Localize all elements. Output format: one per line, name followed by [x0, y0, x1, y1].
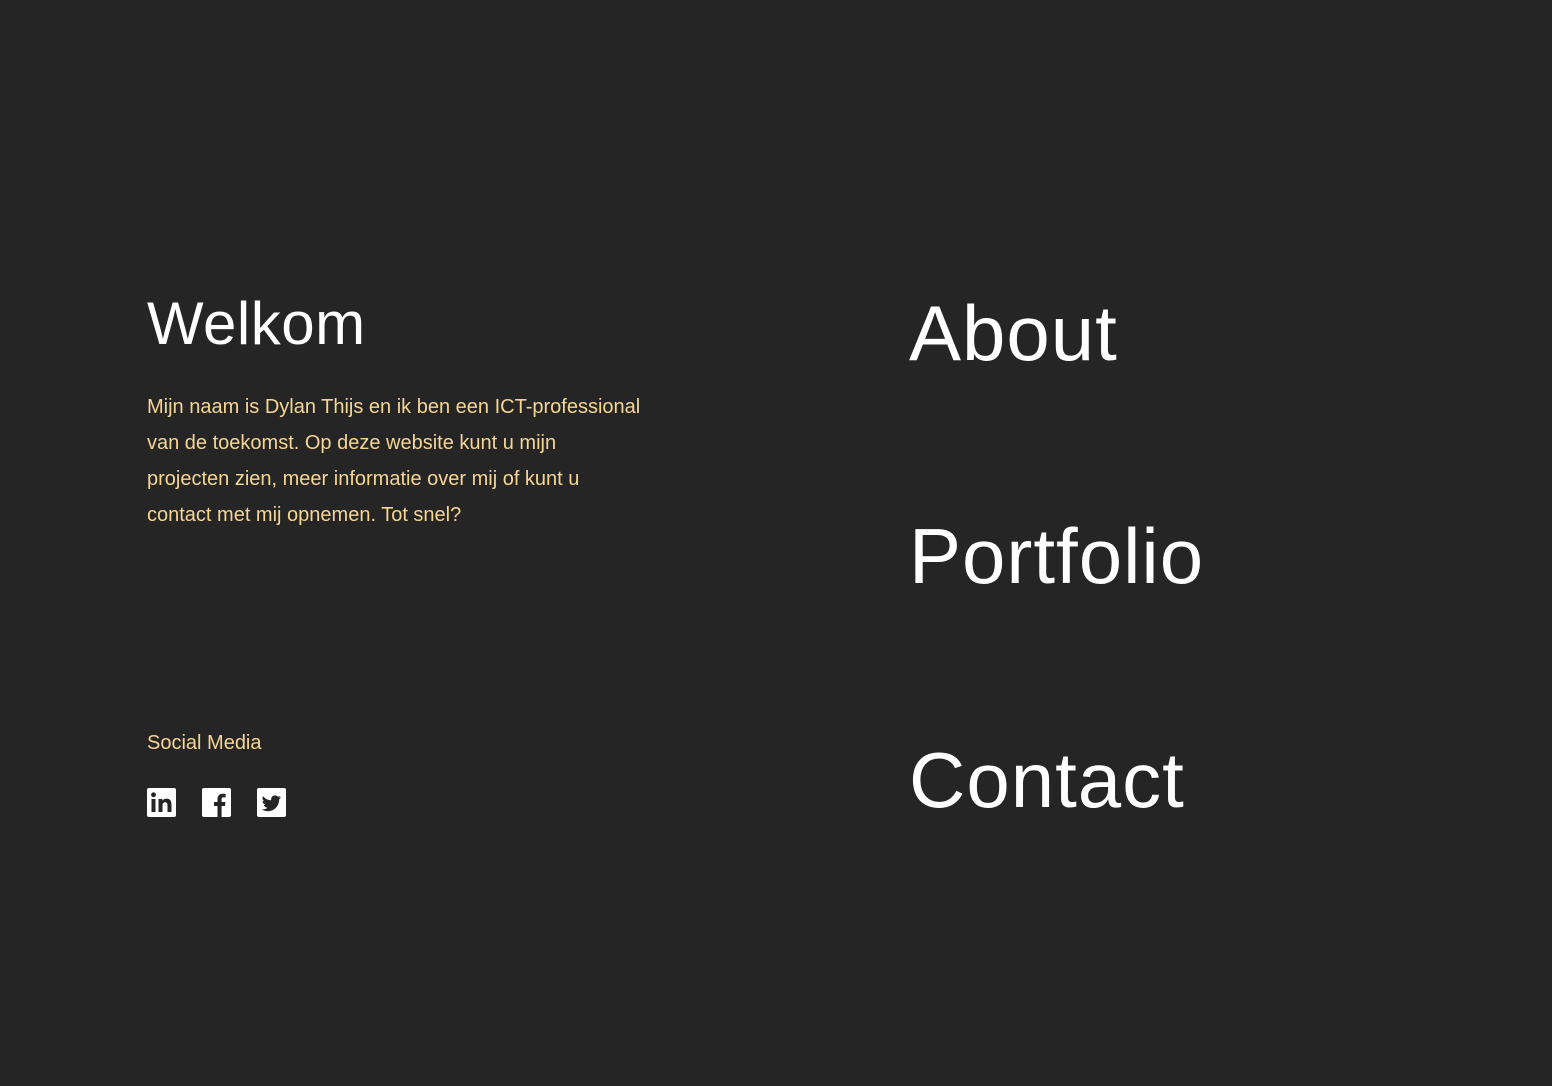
- welcome-title: Welkom: [147, 290, 366, 357]
- nav-link-about[interactable]: About: [909, 287, 1118, 379]
- social-media-heading: Social Media: [147, 732, 262, 754]
- nav-link-contact[interactable]: Contact: [909, 734, 1185, 826]
- twitter-link[interactable]: [257, 788, 286, 817]
- facebook-icon: [202, 788, 231, 817]
- nav-link-portfolio[interactable]: Portfolio: [909, 510, 1204, 602]
- facebook-link[interactable]: [202, 788, 231, 817]
- linkedin-link[interactable]: [147, 788, 176, 817]
- intro-text: Mijn naam is Dylan Thijs en ik ben een I…: [147, 396, 641, 526]
- social-icons: [147, 788, 286, 817]
- linkedin-icon: [147, 788, 176, 817]
- twitter-icon: [257, 788, 286, 817]
